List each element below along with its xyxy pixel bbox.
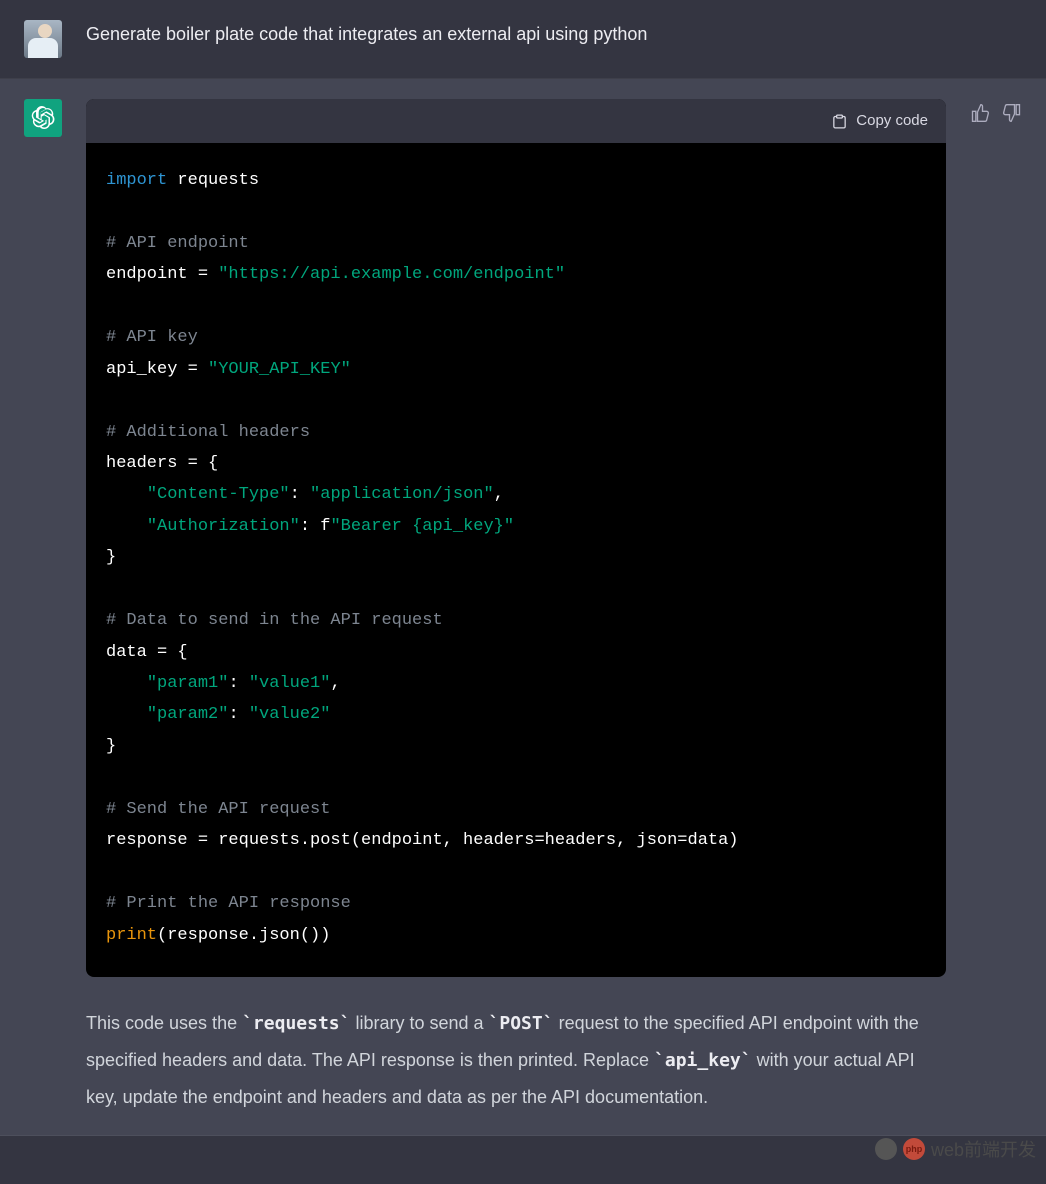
openai-logo-icon xyxy=(31,106,55,130)
assistant-content: Copy code import requests # API endpoint… xyxy=(86,99,946,1115)
copy-code-button[interactable]: Copy code xyxy=(831,109,928,133)
thumbs-up-icon[interactable] xyxy=(970,103,990,123)
copy-code-label: Copy code xyxy=(856,109,928,133)
user-avatar xyxy=(24,20,62,58)
watermark-php-badge: php xyxy=(903,1138,925,1160)
watermark-text: web前端开发 xyxy=(931,1136,1036,1162)
explanation-text: This code uses the `requests` library to… xyxy=(86,1005,946,1115)
watermark: php web前端开发 xyxy=(875,1136,1036,1162)
feedback-actions xyxy=(970,99,1022,123)
user-prompt-text: Generate boiler plate code that integrat… xyxy=(86,20,1022,58)
code-block-header: Copy code xyxy=(86,99,946,143)
user-message: Generate boiler plate code that integrat… xyxy=(0,0,1046,79)
assistant-avatar xyxy=(24,99,62,137)
clipboard-icon xyxy=(831,113,848,130)
assistant-message: Copy code import requests # API endpoint… xyxy=(0,79,1046,1136)
watermark-avatar-icon xyxy=(875,1138,897,1160)
code-block: Copy code import requests # API endpoint… xyxy=(86,99,946,977)
code-content[interactable]: import requests # API endpoint endpoint … xyxy=(86,143,946,977)
thumbs-down-icon[interactable] xyxy=(1002,103,1022,123)
